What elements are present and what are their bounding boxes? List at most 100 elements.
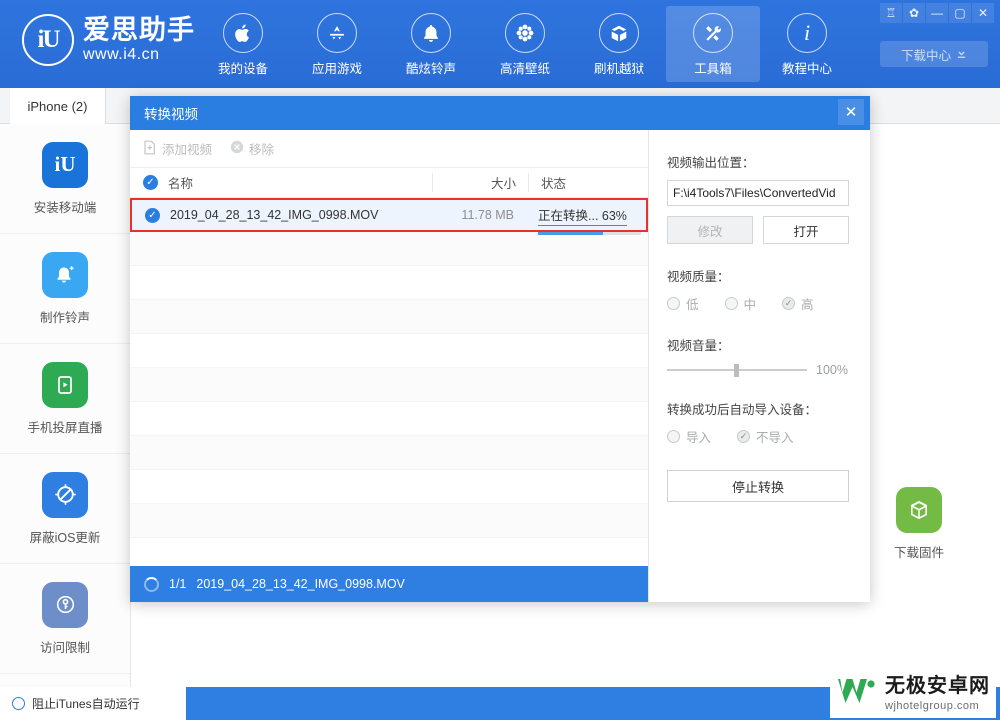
nav-label: 高清壁纸 — [499, 62, 550, 76]
empty-row — [130, 504, 648, 538]
column-header-size: 大小 — [432, 173, 528, 192]
volume-slider[interactable] — [667, 363, 807, 377]
convert-video-dialog: 转换视频 ✕ 添加视频 移除 ✓ 名称 大小 状态 ✓ 2019_04_28_1… — [130, 96, 870, 602]
info-icon: i — [787, 13, 827, 53]
remove-button[interactable]: 移除 — [230, 139, 274, 158]
window-controls: ♖ ✿ — ▢ ✕ — [880, 3, 994, 23]
dialog-status-bar: 1/1 2019_04_28_13_42_IMG_0998.MOV — [130, 566, 648, 602]
watermark-logo-icon — [836, 675, 878, 714]
file-list-body: ✓ 2019_04_28_13_42_IMG_0998.MOV 11.78 MB… — [130, 198, 648, 566]
volume-slider-thumb[interactable] — [734, 364, 740, 377]
select-all-checkbox[interactable]: ✓ — [143, 175, 158, 190]
settings-pane: 视频输出位置： F:\i4Tools7\Files\ConvertedVid 修… — [649, 130, 869, 602]
minimize-icon[interactable]: — — [926, 3, 948, 23]
tile-label: 下载固件 — [893, 546, 944, 560]
block-itunes-toggle[interactable]: 阻止iTunes自动运行 — [0, 687, 186, 720]
firmware-cube-icon — [896, 487, 942, 533]
nav-label: 教程中心 — [781, 62, 832, 76]
video-quality-label: 视频质量： — [667, 270, 730, 284]
quality-option-medium[interactable]: 中 — [724, 294, 756, 313]
app-window: iU 爱思助手 www.i4.cn 我的设备 应用游戏 酷炫铃声 高清壁纸 刷机… — [0, 0, 1000, 720]
dialog-toolbar: 添加视频 移除 — [130, 130, 648, 168]
row-checkbox[interactable]: ✓ — [145, 207, 160, 223]
table-row[interactable]: ✓ 2019_04_28_13_42_IMG_0998.MOV 11.78 MB… — [130, 198, 648, 235]
ringtone-bell-icon — [42, 251, 88, 298]
add-video-button[interactable]: 添加视频 — [143, 139, 212, 158]
radio-dot-icon — [667, 297, 680, 310]
sidebar-item-label: 手机投屏直播 — [27, 420, 103, 435]
column-header-name: 名称 — [168, 177, 194, 191]
quality-option-high[interactable]: ✓ 高 — [782, 294, 814, 313]
download-center-button[interactable]: 下载中心 — [880, 41, 988, 67]
sidebar-item-install-mobile[interactable]: iU 安装移动端 — [0, 124, 130, 234]
nav-label: 应用游戏 — [311, 62, 362, 76]
stop-conversion-button[interactable]: 停止转换 — [667, 470, 849, 502]
logo-mark-icon: iU — [22, 14, 74, 66]
empty-row — [130, 368, 648, 402]
tab-iphone[interactable]: iPhone (2) — [10, 88, 106, 124]
nav-label: 工具箱 — [694, 62, 732, 76]
empty-row — [130, 402, 648, 436]
block-update-icon — [42, 471, 88, 518]
sidebar-item-label: 访问限制 — [39, 640, 90, 655]
quality-label: 低 — [686, 298, 699, 312]
tile-download-firmware[interactable]: 下载固件 — [884, 487, 954, 561]
auto-import-option-no[interactable]: ✓ 不导入 — [737, 427, 794, 446]
quality-option-low[interactable]: 低 — [667, 294, 699, 313]
nav-item-tutorials[interactable]: i 教程中心 — [760, 6, 854, 82]
close-icon[interactable]: ✕ — [972, 3, 994, 23]
nav-item-flash-jailbreak[interactable]: 刷机越狱 — [572, 6, 666, 82]
sidebar-item-block-ios-update[interactable]: 屏蔽iOS更新 — [0, 454, 130, 564]
logo-url: www.i4.cn — [83, 46, 160, 63]
dialog-close-icon[interactable]: ✕ — [838, 99, 864, 125]
nav-item-apps-games[interactable]: 应用游戏 — [290, 6, 384, 82]
add-video-label: 添加视频 — [162, 143, 213, 157]
radio-dot-icon — [724, 297, 738, 310]
toggle-circle-icon — [12, 697, 25, 710]
watermark-url: wjhotelgroup.com — [885, 699, 980, 712]
maximize-icon[interactable]: ▢ — [949, 3, 971, 23]
sidebar-item-label: 制作铃声 — [39, 310, 90, 325]
auto-import-label: 转换成功后自动导入设备： — [667, 403, 818, 417]
empty-row — [130, 334, 648, 368]
output-path-input[interactable]: F:\i4Tools7\Files\ConvertedVid — [667, 180, 849, 206]
dialog-title: 转换视频 — [144, 107, 198, 122]
watermark-title: 无极安卓网 — [885, 674, 990, 697]
row-filename: 2019_04_28_13_42_IMG_0998.MOV — [170, 208, 379, 222]
sidebar-item-make-ringtone[interactable]: 制作铃声 — [0, 234, 130, 344]
nav-item-toolbox[interactable]: 工具箱 — [666, 6, 760, 82]
nav-item-my-device[interactable]: 我的设备 — [196, 6, 290, 82]
auto-import-group: 导入 ✓ 不导入 — [667, 427, 853, 446]
video-volume-label: 视频音量： — [667, 339, 730, 353]
download-icon — [956, 47, 967, 62]
empty-row — [130, 470, 648, 504]
settings-gear-icon[interactable]: ✿ — [903, 3, 925, 23]
output-location-label: 视频输出位置： — [667, 156, 755, 170]
screen-mirror-icon — [42, 361, 88, 408]
appstore-icon — [317, 13, 357, 53]
sidebar-item-screen-mirror[interactable]: 手机投屏直播 — [0, 344, 130, 454]
restrictions-key-icon — [42, 581, 88, 628]
main-nav: 我的设备 应用游戏 酷炫铃声 高清壁纸 刷机越狱 工具箱 i 教程中心 — [196, 6, 854, 82]
nav-label: 我的设备 — [217, 62, 268, 76]
sidebar-item-restrictions[interactable]: 访问限制 — [0, 564, 130, 674]
modify-path-button[interactable]: 修改 — [667, 216, 753, 244]
add-video-icon — [143, 140, 157, 158]
tools-icon — [693, 13, 733, 53]
nav-item-wallpapers[interactable]: 高清壁纸 — [478, 6, 572, 82]
dialog-title-bar: 转换视频 ✕ — [130, 96, 870, 130]
nav-item-ringtones[interactable]: 酷炫铃声 — [384, 6, 478, 82]
download-center-label: 下载中心 — [900, 48, 951, 63]
open-folder-button[interactable]: 打开 — [763, 216, 849, 244]
auto-import-option-yes[interactable]: 导入 — [667, 427, 711, 446]
current-filename: 2019_04_28_13_42_IMG_0998.MOV — [196, 577, 405, 591]
empty-row — [130, 300, 648, 334]
file-list-pane: 添加视频 移除 ✓ 名称 大小 状态 ✓ 2019_04_28_13_42_IM… — [130, 130, 649, 602]
site-watermark: 无极安卓网 wjhotelgroup.com — [830, 670, 996, 718]
block-itunes-label: 阻止iTunes自动运行 — [32, 697, 140, 711]
app-logo: iU 爱思助手 www.i4.cn — [22, 14, 195, 66]
skin-icon[interactable]: ♖ — [880, 3, 902, 23]
nav-label: 酷炫铃声 — [405, 62, 456, 76]
row-size: 11.78 MB — [461, 208, 514, 222]
flower-icon — [505, 13, 545, 53]
